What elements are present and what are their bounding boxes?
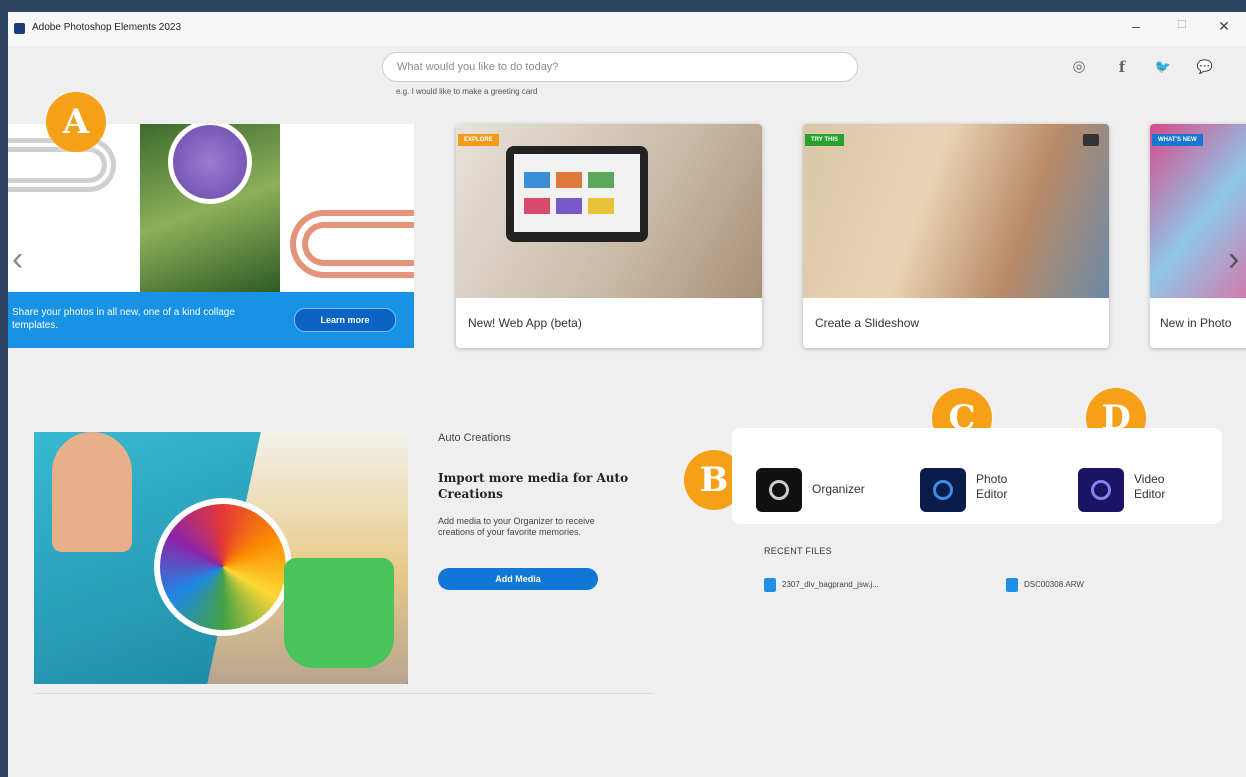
card-tag: EXPLORE [458,134,499,146]
title-bar: Adobe Photoshop Elements 2023 – ☐ ✕ [8,12,1246,46]
card-image [456,124,762,298]
video-editor-label-1[interactable]: Video [1134,472,1164,487]
auto-creations-image [34,432,408,684]
file-icon [1006,578,1018,592]
add-media-button[interactable]: Add Media [438,568,598,590]
card-whats-new[interactable]: WHAT'S NEW New in Photo [1150,124,1246,348]
decorative-rings [290,210,414,278]
recent-file-link[interactable]: 2307_div_bagprand_jsw.j... [782,580,879,589]
twitter-icon[interactable]: 🐦 [1152,56,1174,78]
photo-editor-label-1[interactable]: Photo [976,472,1007,487]
card-tag: TRY THIS [805,134,845,146]
search-input[interactable]: What would you like to do today? [382,52,858,82]
play-icon [1083,134,1099,146]
card-image [803,124,1109,298]
auto-creations-heading: Import more media for Auto Creations [438,471,629,501]
tablet-image [506,146,648,242]
minimize-button[interactable]: – [1126,18,1146,34]
card-tag: WHAT'S NEW [1152,134,1203,146]
community-icon[interactable]: 💬 [1194,56,1216,78]
photo-editor-icon[interactable] [920,468,966,512]
card-slideshow[interactable]: TRY THIS Create a Slideshow [803,124,1109,348]
organizer-button[interactable]: Organizer [812,482,865,497]
card-label: New! Web App (beta) [468,316,582,330]
app-logo-icon [14,23,25,34]
video-editor-label-2[interactable]: Editor [1134,487,1165,502]
divider [34,693,654,694]
carousel-prev-icon[interactable]: ‹ [12,240,23,279]
search-hint: e.g. I would like to make a greeting car… [396,87,538,96]
facebook-icon[interactable]: f [1111,56,1133,78]
close-button[interactable]: ✕ [1214,18,1234,35]
video-editor-icon[interactable] [1078,468,1124,512]
promo-text: Share your photos in all new, one of a k… [12,307,235,331]
file-icon [764,578,776,592]
card-label: New in Photo [1160,316,1232,330]
card-label: Create a Slideshow [815,316,920,330]
app-window: Adobe Photoshop Elements 2023 – ☐ ✕ What… [8,12,1246,777]
instagram-icon[interactable]: ◎ [1068,56,1090,78]
learn-more-button[interactable]: Learn more [294,308,396,332]
card-web-app[interactable]: EXPLORE New! Web App (beta) [456,124,762,348]
photo-editor-label-2[interactable]: Editor [976,487,1007,502]
callout-badge-a: A [46,92,106,152]
auto-creations-title: Auto Creations [438,432,511,444]
window-title: Adobe Photoshop Elements 2023 [32,22,181,33]
collage-promo-slide[interactable]: Share your photos in all new, one of a k… [8,124,414,348]
recent-file-link[interactable]: DSC00308.ARW [1024,580,1084,589]
recent-files-title: RECENT FILES [764,546,832,556]
butterfly-photo [168,124,252,204]
app-launcher-panel: Organizer Photo Editor Video Editor [732,428,1222,524]
promo-banner: Share your photos in all new, one of a k… [8,292,414,348]
maximize-button[interactable]: ☐ [1172,18,1192,31]
carousel-next-icon[interactable]: › [1228,240,1239,279]
auto-creations-description: Add media to your Organizer to receive c… [438,516,595,537]
organizer-icon[interactable] [756,468,802,512]
